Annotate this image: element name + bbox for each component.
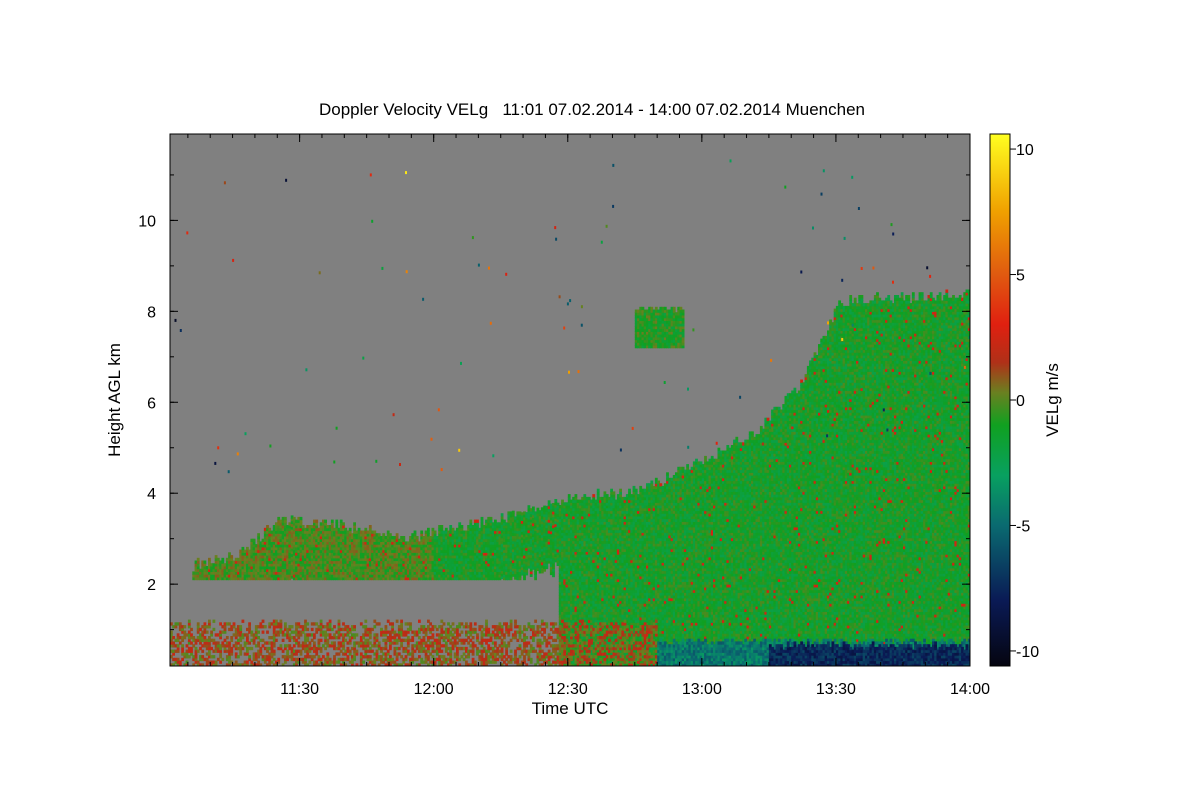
x-tick-label: 13:30 [816,681,856,698]
colorbar-tick-label: -5 [1016,518,1030,535]
x-tick-label: 11:30 [280,681,319,698]
y-tick-label: 6 [147,395,156,412]
x-tick-label: 12:30 [548,681,588,698]
x-tick-label: 13:00 [682,681,722,698]
colorbar-ticks: 10 5 0 -5 -10 [1010,142,1039,661]
colorbar [989,133,1011,667]
y-axis-label: Height AGL km [105,343,124,457]
y-tick-label: 2 [147,577,156,594]
x-tick-label: 14:00 [950,681,990,698]
colorbar-label: VELg m/s [1043,363,1062,437]
x-tick-label: 12:00 [414,681,454,698]
y-tick-label: 4 [147,486,156,503]
doppler-velocity-figure: Doppler Velocity VELg 11:01 07.02.2014 -… [105,100,1062,718]
y-tick-label: 8 [147,304,156,321]
colorbar-tick-label: 5 [1016,268,1025,285]
x-axis-label: Time UTC [532,699,609,718]
colorbar-tick-label: 10 [1016,142,1034,159]
colorbar-tick-label: 0 [1016,393,1025,410]
chart-title: Doppler Velocity VELg 11:01 07.02.2014 -… [319,100,865,119]
y-tick-label: 10 [138,213,156,230]
colorbar-tick-label: -10 [1016,644,1039,661]
